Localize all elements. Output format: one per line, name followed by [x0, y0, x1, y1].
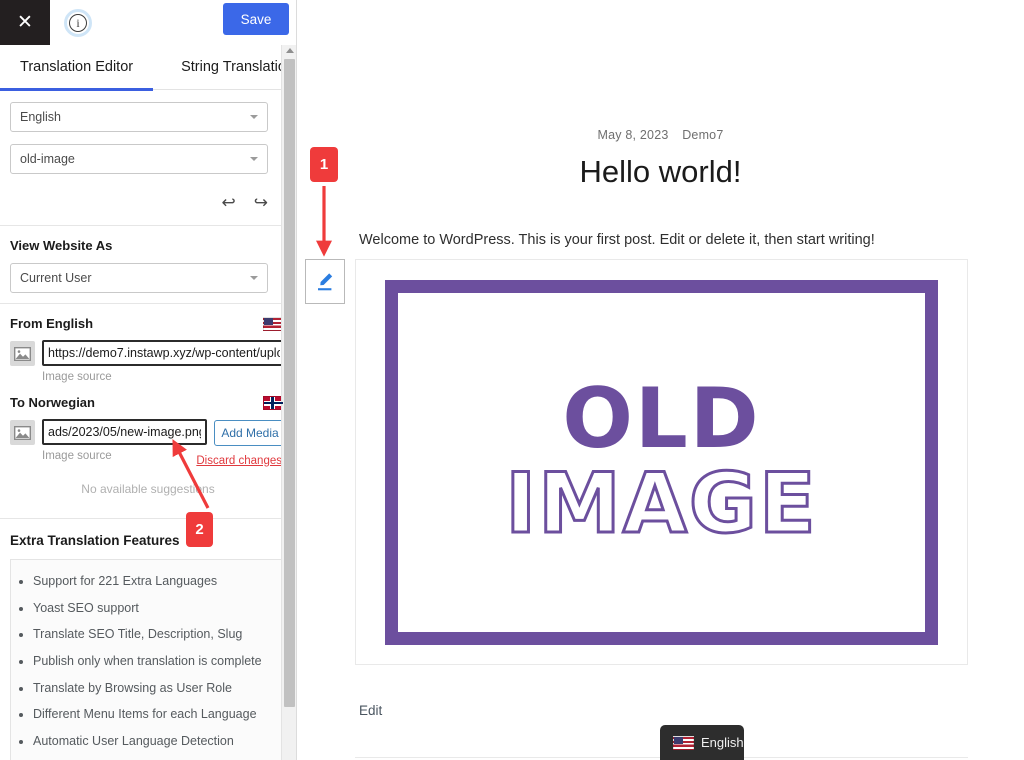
post-meta: May 8, 2023 Demo7: [297, 128, 1024, 142]
site-preview: May 8, 2023 Demo7 Hello world! Welcome t…: [297, 0, 1024, 760]
translation-editor-sidebar: ✕ i Save Translation Editor String Trans…: [0, 0, 297, 760]
language-switcher-badge[interactable]: English: [660, 725, 744, 760]
view-website-as-value: Current User: [20, 271, 92, 285]
edit-post-link[interactable]: Edit: [359, 703, 382, 718]
extra-features-list: Support for 221 Extra Languages Yoast SE…: [33, 574, 275, 749]
list-item: Different Menu Items for each Language: [33, 707, 275, 723]
scroll-up-arrow-icon[interactable]: [286, 48, 294, 53]
old-image-graphic: OLD IMAGE: [385, 279, 938, 645]
sidebar-tabs: Translation Editor String Translation: [0, 45, 296, 91]
close-icon: ✕: [17, 12, 33, 33]
to-language-header: To Norwegian: [0, 395, 296, 410]
item-select-value: old-image: [20, 152, 75, 166]
from-image-source-input[interactable]: [42, 340, 286, 366]
list-item: Translate SEO Title, Description, Slug: [33, 627, 275, 643]
list-item: Publish only when translation is complet…: [33, 654, 275, 670]
tab-string-translation[interactable]: String Translation: [181, 45, 294, 90]
from-image-source-label: Image source: [42, 371, 112, 383]
language-switcher-label: English: [701, 735, 744, 750]
list-item: Translate by Browsing as User Role: [33, 681, 275, 697]
discard-changes-link[interactable]: Discard changes: [196, 455, 282, 467]
view-website-as-label: View Website As: [10, 238, 113, 253]
add-media-button[interactable]: Add Media: [214, 420, 286, 446]
annotation-marker-1: 1: [310, 147, 338, 182]
extra-features-box: Support for 221 Extra Languages Yoast SE…: [10, 559, 286, 760]
undo-icon[interactable]: ↩: [222, 194, 236, 211]
info-icon: i: [69, 14, 87, 32]
edit-translation-pencil-button[interactable]: [305, 259, 345, 304]
tab-translation-editor[interactable]: Translation Editor: [0, 45, 154, 91]
to-image-source-input[interactable]: [42, 419, 207, 445]
no-suggestions-text: No available suggestions: [81, 482, 215, 496]
post-date: May 8, 2023: [597, 128, 669, 142]
page-title: Hello world!: [579, 154, 742, 189]
view-website-as-section: View Website As Current User: [0, 226, 296, 304]
list-item: Support for 221 Extra Languages: [33, 574, 275, 590]
post-author: Demo7: [682, 128, 724, 142]
chevron-down-icon: [250, 157, 258, 161]
language-select[interactable]: English: [10, 102, 268, 132]
sidebar-scrollbar[interactable]: [281, 45, 296, 760]
to-image-source-wrap: Image source: [42, 419, 207, 462]
close-button[interactable]: ✕: [0, 0, 50, 45]
chevron-down-icon: [250, 115, 258, 119]
annotation-marker-2: 2: [186, 512, 213, 547]
from-language-title: From English: [10, 316, 94, 331]
language-select-value: English: [20, 110, 61, 124]
image-placeholder-icon: [10, 341, 35, 366]
chevron-down-icon: [250, 276, 258, 280]
pencil-icon: [318, 272, 333, 290]
list-item: Yoast SEO support: [33, 601, 275, 617]
tab-string-translation-label: String Translation: [181, 59, 294, 75]
view-website-as-select[interactable]: Current User: [10, 263, 268, 293]
item-select[interactable]: old-image: [10, 144, 268, 174]
app-root: ✕ i Save Translation Editor String Trans…: [0, 0, 1024, 760]
sidebar-topbar: ✕ i Save: [0, 0, 296, 45]
from-language-header: From English: [0, 316, 296, 331]
old-image-line1: OLD: [562, 370, 761, 468]
scrollbar-thumb[interactable]: [284, 59, 295, 707]
image-placeholder-icon: [10, 420, 35, 445]
post-body-text: Welcome to WordPress. This is your first…: [359, 232, 875, 248]
from-image-source-wrap: Image source: [42, 340, 286, 383]
post-image-frame: OLD IMAGE: [355, 259, 968, 665]
us-flag-icon: [673, 735, 694, 750]
tab-translation-editor-label: Translation Editor: [20, 59, 134, 75]
list-item: Automatic User Language Detection: [33, 734, 275, 750]
old-image-line2: IMAGE: [504, 455, 818, 552]
info-button[interactable]: i: [64, 9, 92, 37]
to-language-title: To Norwegian: [10, 395, 95, 410]
history-controls: ↩ ↪: [10, 186, 286, 215]
save-button[interactable]: Save: [223, 3, 289, 35]
to-image-source-label: Image source: [42, 450, 112, 462]
extra-features-section: Extra Translation Features Support for 2…: [0, 518, 296, 760]
selectors-section: English old-image ↩ ↪: [0, 90, 296, 226]
extra-features-title: Extra Translation Features: [10, 533, 180, 548]
redo-icon[interactable]: ↪: [254, 194, 268, 211]
from-image-source-row: Image source: [0, 340, 296, 383]
